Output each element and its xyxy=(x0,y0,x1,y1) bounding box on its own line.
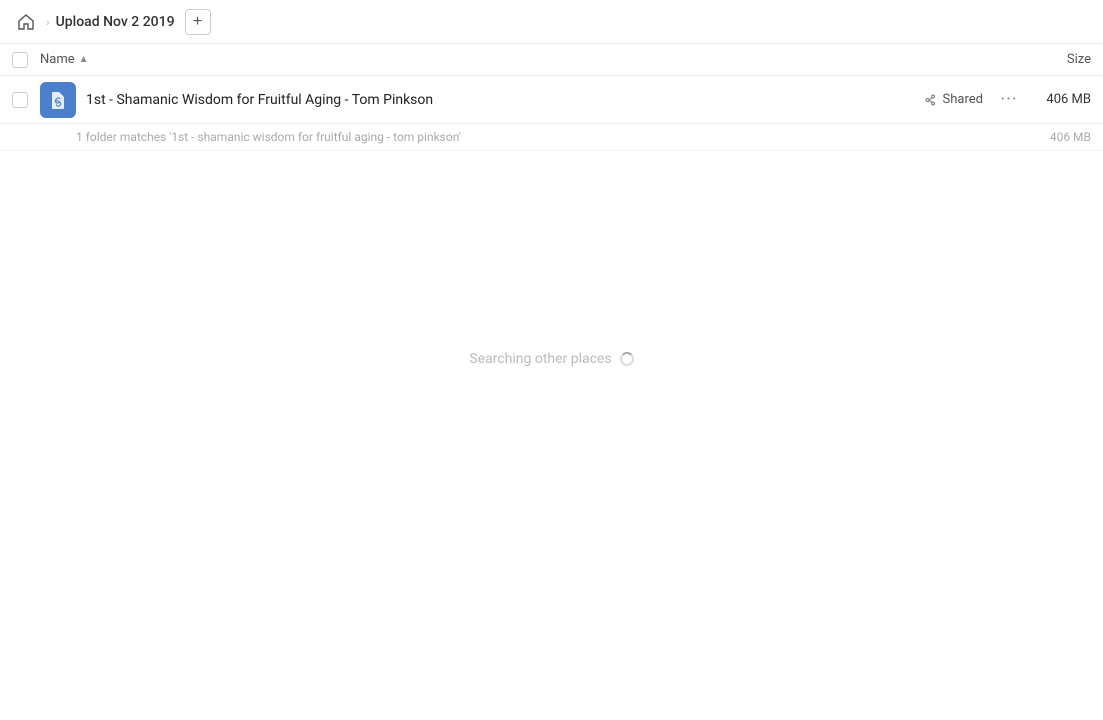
searching-text: Searching other places xyxy=(469,351,611,367)
file-size: 406 MB xyxy=(1031,92,1091,107)
file-name: 1st - Shamanic Wisdom for Fruitful Aging… xyxy=(86,92,924,108)
row-checkbox[interactable] xyxy=(12,92,28,108)
size-column-header: Size xyxy=(1011,52,1091,67)
home-button[interactable] xyxy=(12,8,40,36)
breadcrumb-text: Upload Nov 2 2019 xyxy=(56,14,175,30)
more-options-button[interactable]: ··· xyxy=(995,86,1023,114)
top-bar: › Upload Nov 2 2019 + xyxy=(0,0,1103,44)
file-row[interactable]: 1st - Shamanic Wisdom for Fruitful Aging… xyxy=(0,76,1103,124)
sub-info-row: 1 folder matches '1st - shamanic wisdom … xyxy=(0,124,1103,151)
breadcrumb-separator: › xyxy=(44,15,52,29)
sort-arrow-icon: ▲ xyxy=(79,54,89,65)
name-column-header[interactable]: Name ▲ xyxy=(40,52,1011,67)
sub-info-size: 406 MB xyxy=(1031,130,1091,144)
shared-badge: Shared xyxy=(924,92,983,107)
file-icon xyxy=(40,82,76,118)
select-all-checkbox-wrap[interactable] xyxy=(12,52,40,68)
sub-info-text: 1 folder matches '1st - shamanic wisdom … xyxy=(76,130,1031,144)
select-all-checkbox[interactable] xyxy=(12,52,28,68)
shared-label: Shared xyxy=(943,92,983,107)
column-header: Name ▲ Size xyxy=(0,44,1103,76)
searching-section: Searching other places xyxy=(0,151,1103,367)
loading-spinner xyxy=(620,352,634,366)
row-checkbox-wrap[interactable] xyxy=(12,92,40,108)
add-button[interactable]: + xyxy=(185,9,211,35)
